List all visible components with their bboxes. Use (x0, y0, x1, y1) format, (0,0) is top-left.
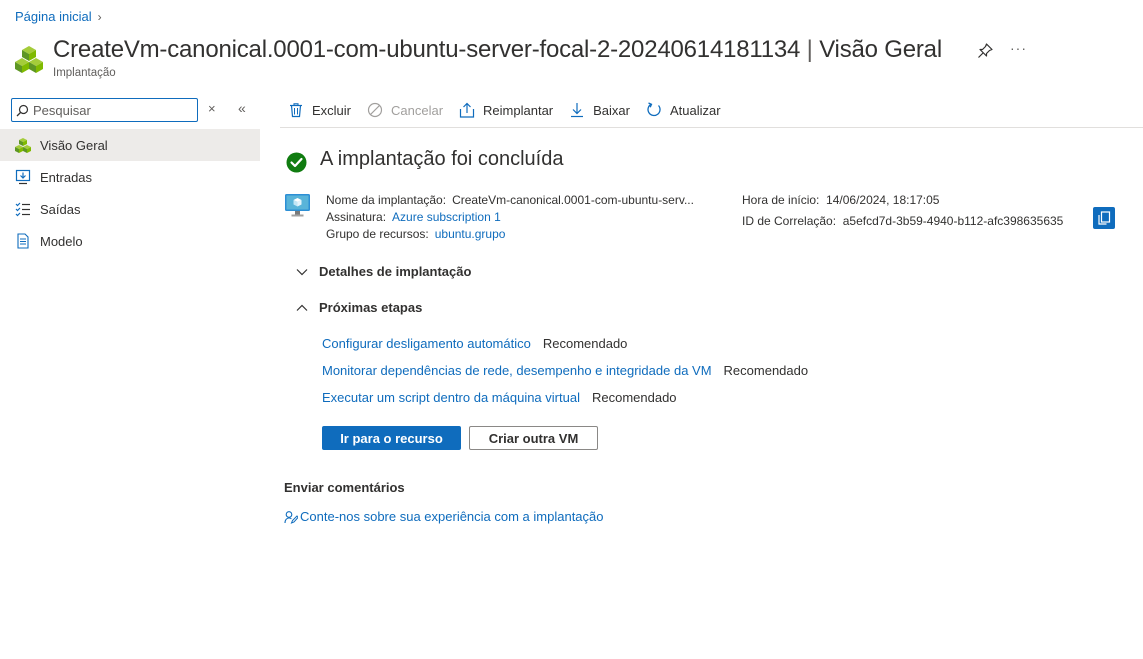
download-button[interactable]: Baixar (569, 102, 630, 118)
deployment-details-toggle[interactable]: Detalhes de implantação (295, 264, 471, 279)
pin-icon[interactable] (976, 42, 994, 60)
overview-icon (15, 137, 31, 153)
sidebar-item-label: Saídas (40, 201, 81, 217)
page-title-section: Visão Geral (819, 36, 942, 63)
toolbar-divider (280, 127, 1143, 128)
command-bar: Excluir Cancelar Reimplantar Baixar Atua… (288, 99, 737, 121)
chevron-up-icon (296, 304, 308, 311)
recommended-tag: Recomendado (542, 336, 628, 351)
feedback-link[interactable]: Conte-nos sobre sua experiência com a im… (284, 509, 604, 524)
list-item: Executar um script dentro da máquina vir… (322, 390, 808, 417)
download-icon (571, 103, 584, 118)
redeploy-label: Reimplantar (483, 102, 554, 118)
go-to-resource-button[interactable]: Ir para o recurso (322, 426, 461, 450)
deployment-details-label: Detalhes de implantação (319, 264, 472, 279)
sidebar-item-label: Visão Geral (40, 137, 108, 153)
deployment-status-title: A implantação foi concluída (320, 148, 564, 170)
chevron-right-icon: › (97, 9, 102, 24)
correlation-row: ID de Correlação: a5efcd7d-3b59-4940-b11… (742, 213, 1063, 230)
clear-search-icon[interactable]: × (208, 101, 216, 116)
feedback-title: Enviar comentários (284, 480, 405, 495)
resource-group-label: Grupo de recursos: (326, 227, 429, 241)
next-step-link[interactable]: Executar um script dentro da máquina vir… (322, 390, 580, 405)
next-steps-label: Próximas etapas (319, 300, 423, 315)
more-icon[interactable]: ··· (1010, 40, 1027, 56)
sidebar-item-label: Modelo (40, 233, 83, 249)
deployment-cubes-icon (15, 46, 43, 73)
next-step-link[interactable]: Monitorar dependências de rede, desempen… (322, 363, 712, 378)
delete-label: Excluir (312, 102, 352, 118)
refresh-icon (647, 102, 661, 117)
recommended-tag: Recomendado (591, 390, 677, 405)
copy-button[interactable] (1093, 207, 1115, 229)
title-separator: | (806, 36, 813, 63)
subscription-row: Assinatura: Azure subscription 1 (326, 209, 694, 226)
start-time-row: Hora de início: 14/06/2024, 18:17:05 (742, 192, 1063, 209)
sidebar-item-outputs[interactable]: Saídas (0, 193, 260, 225)
upload-icon (459, 102, 475, 118)
start-time-value: 14/06/2024, 18:17:05 (826, 193, 940, 207)
cancel-icon (367, 102, 383, 118)
subscription-link[interactable]: Azure subscription 1 (392, 210, 501, 224)
virtual-machine-icon (285, 194, 310, 217)
sidebar-item-overview[interactable]: Visão Geral (0, 129, 260, 161)
template-icon (15, 233, 31, 249)
deployment-meta: Hora de início: 14/06/2024, 18:17:05 ID … (742, 192, 1063, 234)
download-label: Baixar (593, 102, 630, 118)
chevron-down-icon (296, 268, 308, 275)
next-steps-list: Configurar desligamento automático Recom… (322, 336, 808, 417)
search-input[interactable] (33, 102, 183, 118)
outputs-icon (15, 201, 31, 217)
page-title: CreateVm-canonical.0001-com-ubuntu-serve… (53, 36, 942, 64)
next-step-link[interactable]: Configurar desligamento automático (322, 336, 531, 351)
feedback-link-label: Conte-nos sobre sua experiência com a im… (300, 509, 604, 524)
refresh-label: Atualizar (670, 102, 721, 118)
success-check-icon (286, 152, 307, 173)
cancel-button[interactable]: Cancelar (367, 102, 443, 118)
deployment-name-row: Nome da implantação: CreateVm-canonical.0… (326, 192, 694, 209)
inputs-icon (15, 169, 31, 185)
next-steps-toggle[interactable]: Próximas etapas (295, 300, 422, 315)
search-box[interactable] (11, 98, 198, 122)
redeploy-button[interactable]: Reimplantar (459, 102, 553, 118)
deployment-name-value: CreateVm-canonical.0001-com-ubuntu-serv.… (452, 193, 694, 207)
subscription-label: Assinatura: (326, 210, 387, 224)
collapse-sidebar-icon[interactable]: « (238, 100, 246, 116)
recommended-tag: Recomendado (723, 363, 809, 378)
sidebar-item-template[interactable]: Modelo (0, 225, 260, 257)
copy-icon (1098, 211, 1111, 225)
cancel-label: Cancelar (391, 102, 444, 118)
breadcrumb: Página inicial › (15, 9, 102, 24)
trash-icon (290, 103, 302, 118)
resource-group-link[interactable]: ubuntu.grupo (435, 227, 506, 241)
refresh-button[interactable]: Atualizar (646, 102, 721, 118)
create-another-vm-button[interactable]: Criar outra VM (469, 426, 598, 450)
sidebar-item-inputs[interactable]: Entradas (0, 161, 260, 193)
page-title-name: CreateVm-canonical.0001-com-ubuntu-serve… (53, 36, 801, 63)
search-icon (16, 104, 29, 116)
deployment-name-label: Nome da implantação: (326, 193, 447, 207)
list-item: Monitorar dependências de rede, desempen… (322, 363, 808, 390)
list-item: Configurar desligamento automático Recom… (322, 336, 808, 363)
resource-group-row: Grupo de recursos: ubuntu.grupo (326, 226, 694, 243)
start-time-label: Hora de início: (742, 193, 820, 207)
breadcrumb-home-link[interactable]: Página inicial (15, 9, 92, 24)
sidebar-nav: Visão Geral Entradas Saídas Modelo (0, 129, 260, 257)
sidebar-item-label: Entradas (40, 169, 93, 185)
delete-button[interactable]: Excluir (288, 102, 351, 118)
correlation-value: a5efcd7d-3b59-4940-b112-afc398635635 (842, 214, 1064, 228)
page-subtitle: Implantação (53, 67, 116, 79)
deployment-info: Nome da implantação: CreateVm-canonical.0… (326, 192, 694, 243)
feedback-icon (284, 510, 298, 524)
correlation-label: ID de Correlação: (742, 214, 837, 228)
